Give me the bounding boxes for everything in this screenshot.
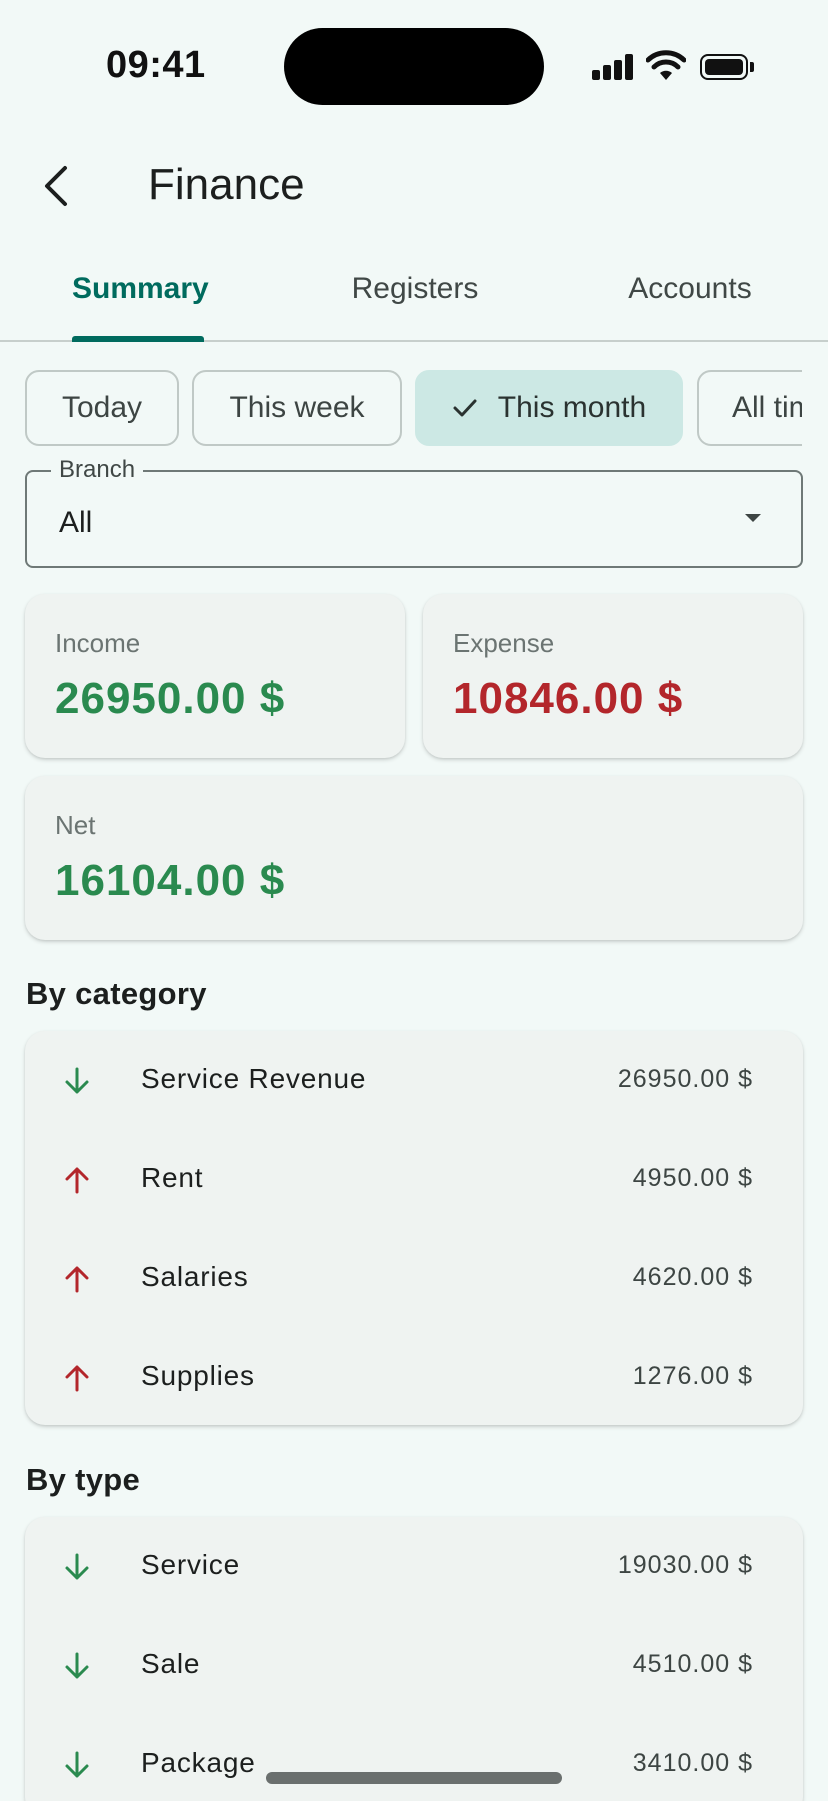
by-category-title: By category	[26, 976, 207, 1011]
cellular-signal-icon	[592, 54, 634, 80]
expense-card: Expense 10846.00 $	[423, 594, 803, 758]
list-item-amount: 3410.00 $	[632, 1749, 753, 1777]
list-item-label: Rent	[141, 1162, 204, 1193]
list-item: Rent 4950.00 $	[25, 1130, 803, 1229]
page-title: Finance	[148, 160, 305, 209]
tab-summary[interactable]: Summary	[72, 272, 209, 306]
branch-label: Branch	[51, 456, 144, 484]
income-label: Income	[55, 628, 141, 658]
chip-label: Today	[61, 391, 143, 424]
battery-icon	[700, 54, 754, 80]
arrow-up-icon	[61, 1362, 93, 1394]
list-item: Service Revenue 26950.00 $	[25, 1031, 803, 1130]
by-type-title: By type	[26, 1462, 141, 1497]
list-item-label: Service Revenue	[141, 1063, 367, 1094]
arrow-down-icon	[61, 1551, 93, 1583]
chip-label: This month	[497, 391, 647, 424]
list-item-amount: 26950.00 $	[617, 1065, 753, 1093]
branch-select[interactable]: Branch All	[25, 456, 803, 568]
expense-label: Expense	[453, 628, 555, 658]
list-item: Supplies 1276.00 $	[25, 1328, 803, 1425]
check-icon	[452, 397, 478, 419]
list-item-label: Package	[141, 1747, 256, 1778]
list-item: Sale 4510.00 $	[25, 1616, 803, 1715]
arrow-down-icon	[61, 1749, 93, 1781]
list-item-label: Salaries	[141, 1261, 249, 1292]
status-icons	[592, 50, 756, 84]
branch-value: All	[59, 506, 93, 539]
back-icon[interactable]	[36, 158, 76, 214]
arrow-up-icon	[61, 1164, 93, 1196]
expense-value: 10846.00 $	[453, 674, 684, 723]
list-item: Package 3410.00 $	[25, 1715, 803, 1801]
status-time: 09:41	[106, 44, 206, 86]
income-card: Income 26950.00 $	[25, 594, 405, 758]
chip-today[interactable]: Today	[25, 370, 179, 446]
list-item-label: Sale	[141, 1648, 201, 1679]
net-card: Net 16104.00 $	[25, 776, 803, 940]
chip-label: This week	[229, 391, 365, 424]
arrow-down-icon	[61, 1650, 93, 1682]
chip-label: All time	[732, 391, 802, 424]
arrow-up-icon	[61, 1263, 93, 1295]
list-item-label: Supplies	[141, 1360, 255, 1391]
tab-bar: Summary Registers Accounts	[0, 262, 828, 342]
dropdown-arrow-icon	[745, 514, 761, 522]
status-bar: 09:41	[0, 0, 828, 120]
tab-registers[interactable]: Registers	[340, 272, 490, 306]
income-value: 26950.00 $	[55, 674, 286, 723]
chip-this-week[interactable]: This week	[192, 370, 402, 446]
wifi-icon	[645, 50, 687, 82]
by-category-list: Service Revenue 26950.00 $ Rent 4950.00 …	[25, 1031, 803, 1425]
home-indicator	[266, 1772, 562, 1784]
period-filter-chips: Today This week This month All time	[0, 368, 802, 448]
list-item-label: Service	[141, 1549, 240, 1580]
chip-all-time[interactable]: All time	[697, 370, 802, 446]
tab-accounts[interactable]: Accounts	[616, 272, 764, 306]
active-tab-indicator	[72, 336, 204, 342]
net-label: Net	[55, 810, 96, 840]
list-item-amount: 19030.00 $	[617, 1551, 753, 1579]
by-type-list: Service 19030.00 $ Sale 4510.00 $ Packag…	[25, 1517, 803, 1801]
list-item-amount: 4950.00 $	[632, 1164, 753, 1192]
list-item-amount: 1276.00 $	[632, 1362, 753, 1390]
chip-this-month[interactable]: This month	[415, 370, 683, 446]
list-item: Salaries 4620.00 $	[25, 1229, 803, 1328]
net-value: 16104.00 $	[55, 856, 286, 905]
dynamic-island	[284, 28, 544, 105]
arrow-down-icon	[61, 1065, 93, 1097]
list-item-amount: 4510.00 $	[632, 1650, 753, 1678]
list-item: Service 19030.00 $	[25, 1517, 803, 1616]
list-item-amount: 4620.00 $	[632, 1263, 753, 1291]
